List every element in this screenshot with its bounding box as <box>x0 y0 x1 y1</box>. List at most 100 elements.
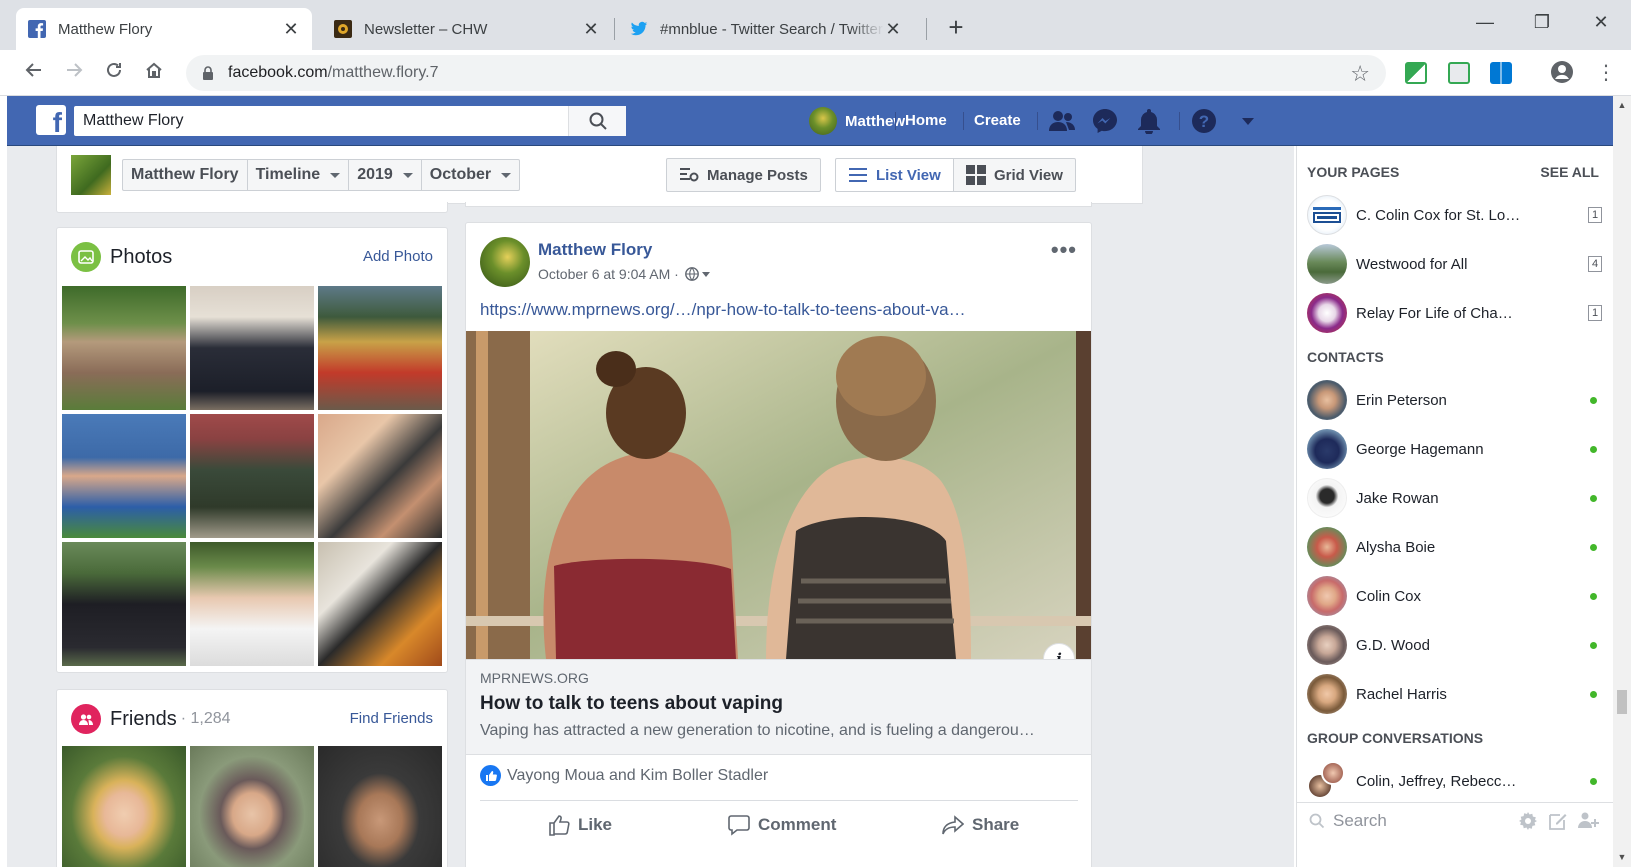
facebook-search-input[interactable] <box>74 107 568 135</box>
contact-item[interactable]: George Hagemann <box>1307 429 1602 469</box>
contact-item[interactable]: Erin Peterson <box>1307 380 1602 420</box>
contact-name: Alysha Boie <box>1356 538 1436 556</box>
page-item[interactable]: Westwood for All 4 <box>1307 244 1602 284</box>
scroll-up-arrow-icon[interactable]: ▲ <box>1613 100 1631 110</box>
grid-view-button[interactable]: Grid View <box>953 158 1076 192</box>
photo-thumbnail[interactable] <box>318 286 442 410</box>
page-item[interactable]: C. Colin Cox for St. Lo… 1 <box>1307 195 1602 235</box>
page-scrollbar[interactable]: ▲ ▼ <box>1613 96 1631 867</box>
comment-button[interactable]: Comment <box>728 810 836 840</box>
help-icon[interactable]: ? <box>1190 107 1218 135</box>
crumb-year-dropdown[interactable]: 2019 <box>349 160 422 190</box>
crumb-profile-name[interactable]: Matthew Flory <box>123 160 248 190</box>
see-all-link[interactable]: SEE ALL <box>1540 164 1599 180</box>
find-friends-link[interactable]: Find Friends <box>350 710 433 727</box>
contact-item[interactable]: Jake Rowan <box>1307 478 1602 518</box>
avatar[interactable] <box>480 237 530 287</box>
post-meta: October 6 at 9:04 AM · <box>538 266 711 282</box>
browser-menu-icon[interactable]: ⋮ <box>1596 60 1616 86</box>
contacts-heading: CONTACTS <box>1307 349 1384 365</box>
extension-sheets-icon[interactable] <box>1405 62 1427 84</box>
close-tab-icon[interactable]: ✕ <box>884 19 902 40</box>
gear-icon[interactable] <box>1518 811 1538 831</box>
globe-icon[interactable] <box>684 267 711 281</box>
extension-printer-icon[interactable] <box>1448 62 1470 84</box>
account-menu-caret-icon[interactable] <box>1234 107 1262 135</box>
close-window-button[interactable]: ✕ <box>1581 12 1621 38</box>
share-button[interactable]: Share <box>942 810 1019 840</box>
page-item[interactable]: Relay For Life of Cha… 1 <box>1307 293 1602 333</box>
friends-title[interactable]: Friends <box>110 708 177 731</box>
address-bar[interactable]: facebook.com/matthew.flory.7 ☆ <box>186 55 1386 91</box>
reload-button[interactable] <box>101 60 127 86</box>
extension-windows-icon[interactable] <box>1490 62 1512 84</box>
bookmark-star-icon[interactable]: ☆ <box>1350 61 1370 87</box>
link-preview-card[interactable]: MPRNEWS.ORG How to talk to teens about v… <box>466 659 1091 755</box>
facebook-icon <box>28 20 46 38</box>
contact-item[interactable]: Rachel Harris <box>1307 674 1602 714</box>
post-link[interactable]: https://www.mprnews.org/…/npr-how-to-tal… <box>480 300 966 320</box>
contact-name: George Hagemann <box>1356 440 1484 458</box>
new-tab-button[interactable]: + <box>942 14 970 42</box>
photos-title[interactable]: Photos <box>110 246 172 269</box>
friend-photo[interactable] <box>62 746 186 867</box>
back-button[interactable] <box>21 60 47 86</box>
group-conversation-item[interactable]: Colin, Jeffrey, Rebecc… <box>1307 761 1602 801</box>
reactions-summary[interactable]: Vayong Moua and Kim Boller Stadler <box>480 765 768 786</box>
previous-post-edge <box>465 202 1092 207</box>
restore-button[interactable]: ❐ <box>1522 12 1562 38</box>
add-photo-link[interactable]: Add Photo <box>363 248 433 265</box>
photo-thumbnail[interactable] <box>190 542 314 666</box>
tab-twitter[interactable]: #mnblue - Twitter Search / Twitter ✕ <box>618 8 914 50</box>
url-path: /matthew.flory.7 <box>327 64 439 81</box>
crumb-label: October <box>429 166 492 183</box>
photo-thumbnail[interactable] <box>318 414 442 538</box>
list-view-button[interactable]: List View <box>835 158 954 192</box>
friend-photo[interactable] <box>318 746 442 867</box>
contact-item[interactable]: Alysha Boie <box>1307 527 1602 567</box>
facebook-logo-icon[interactable]: f <box>36 105 66 135</box>
home-button[interactable] <box>141 60 167 86</box>
contact-name: Colin Cox <box>1356 587 1422 605</box>
photo-thumbnail[interactable] <box>190 414 314 538</box>
photo-thumbnail[interactable] <box>318 542 442 666</box>
link-preview-image[interactable] <box>466 331 1091 659</box>
contact-item[interactable]: G.D. Wood <box>1307 625 1602 665</box>
messenger-icon[interactable] <box>1091 107 1119 135</box>
nav-home-link[interactable]: Home <box>905 106 947 136</box>
notifications-bell-icon[interactable] <box>1135 107 1163 135</box>
post-author-link[interactable]: Matthew Flory <box>538 240 652 260</box>
nav-create-link[interactable]: Create <box>974 106 1021 136</box>
chat-search-input[interactable] <box>1333 810 1463 831</box>
friend-photo[interactable] <box>190 746 314 867</box>
photo-thumbnail[interactable] <box>190 286 314 410</box>
minimize-button[interactable]: — <box>1465 12 1505 38</box>
friend-requests-icon[interactable] <box>1048 107 1076 135</box>
new-group-icon[interactable] <box>1578 811 1600 831</box>
post-timestamp[interactable]: October 6 at 9:04 AM · <box>538 266 679 282</box>
manage-posts-button[interactable]: Manage Posts <box>666 158 821 192</box>
search-button[interactable] <box>568 106 626 136</box>
photo-thumbnail[interactable] <box>62 542 186 666</box>
tab-facebook[interactable]: Matthew Flory ✕ <box>16 8 312 50</box>
post-options-icon[interactable]: ••• <box>1051 237 1077 263</box>
crumb-month-dropdown[interactable]: October <box>422 160 519 190</box>
photo-thumbnail[interactable] <box>62 414 186 538</box>
scrollbar-thumb[interactable] <box>1617 690 1627 714</box>
profile-thumbnail[interactable] <box>71 155 111 195</box>
forward-button[interactable] <box>61 60 87 86</box>
nav-profile-link[interactable]: Matthew <box>809 106 905 136</box>
close-tab-icon[interactable]: ✕ <box>582 19 600 40</box>
scroll-down-arrow-icon[interactable]: ▼ <box>1613 852 1631 862</box>
online-status-dot <box>1590 777 1597 785</box>
profile-icon[interactable] <box>1550 60 1574 84</box>
tab-newsletter[interactable]: Newsletter – CHW ✕ <box>322 8 612 50</box>
like-button[interactable]: Like <box>548 810 612 840</box>
crumb-timeline-dropdown[interactable]: Timeline <box>248 160 350 190</box>
tab-separator <box>614 18 615 40</box>
photo-thumbnail[interactable] <box>62 286 186 410</box>
new-message-icon[interactable] <box>1548 811 1568 831</box>
browser-tab-strip: Matthew Flory ✕ Newsletter – CHW ✕ #mnbl… <box>0 0 1631 50</box>
contact-item[interactable]: Colin Cox <box>1307 576 1602 616</box>
close-tab-icon[interactable]: ✕ <box>282 19 300 40</box>
